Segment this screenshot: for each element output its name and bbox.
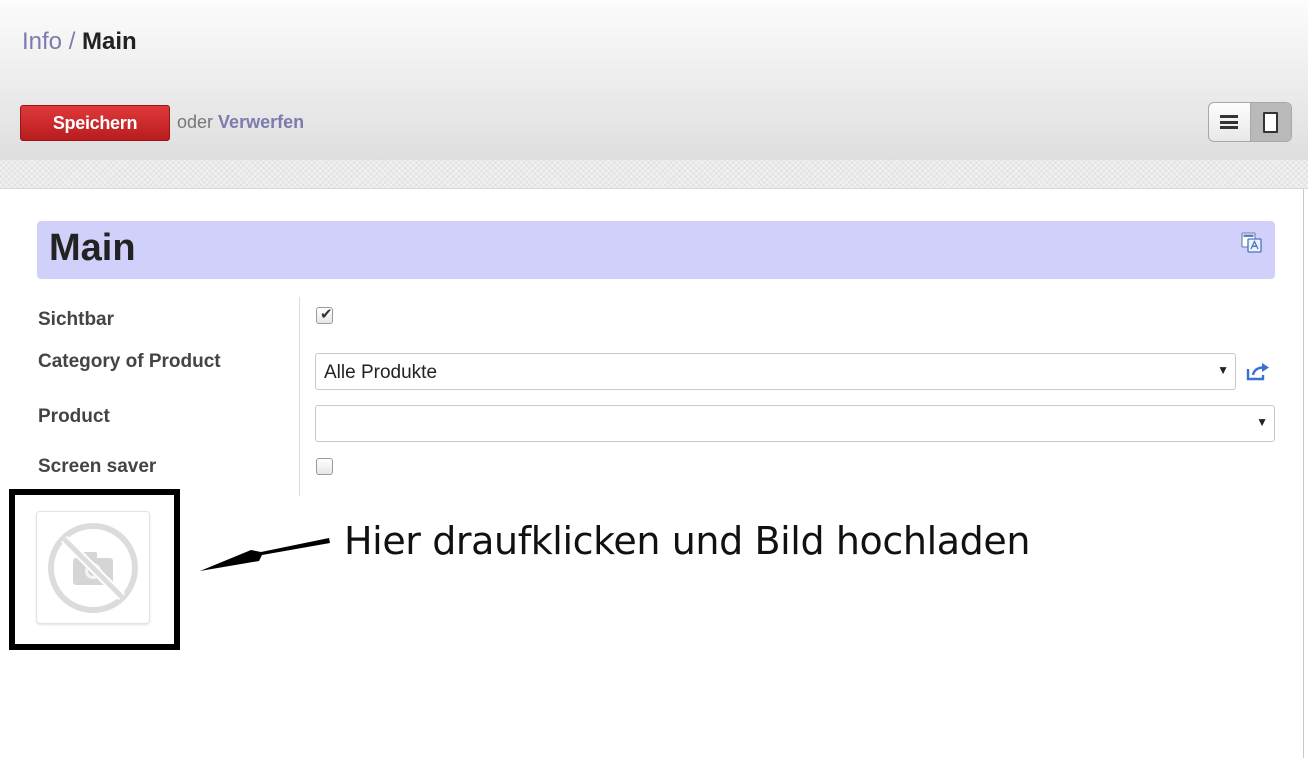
or-text: oder (177, 112, 214, 132)
view-switcher (1208, 102, 1292, 142)
form-title[interactable]: Main (49, 227, 136, 270)
breadcrumb-separator: / (62, 28, 83, 55)
translate-icon[interactable] (1240, 231, 1264, 255)
form-title-bar: Main (37, 221, 1275, 279)
list-view-button[interactable] (1209, 103, 1250, 141)
chevron-down-icon: ▼ (1256, 415, 1268, 429)
breadcrumb: Info / Main (22, 28, 137, 56)
no-image-icon (48, 523, 138, 613)
breadcrumb-parent-link[interactable]: Info (22, 28, 62, 55)
control-panel: Info / Main Speichern oder Verwerfen (0, 0, 1308, 160)
product-select[interactable]: ▼ (315, 405, 1275, 442)
screen-saver-checkbox[interactable] (316, 458, 333, 475)
screen-saver-label: Screen saver (38, 456, 157, 477)
category-of-product-value: Alle Produkte (324, 362, 438, 383)
discard-group: oder Verwerfen (177, 112, 304, 133)
list-view-icon (1220, 115, 1239, 129)
sheet-border (1303, 189, 1304, 758)
annotation-arrow-icon (200, 538, 330, 571)
product-label: Product (38, 406, 110, 427)
image-upload-field[interactable] (36, 511, 150, 624)
discard-link[interactable]: Verwerfen (218, 112, 304, 132)
form-view-icon (1263, 111, 1279, 133)
sichtbar-checkbox[interactable]: ✔ (316, 306, 333, 324)
save-button[interactable]: Speichern (20, 105, 170, 141)
form-view-button[interactable] (1249, 103, 1291, 141)
category-of-product-label: Category of Product (38, 351, 221, 372)
chevron-down-icon: ▼ (1217, 363, 1229, 377)
field-divider (299, 297, 300, 496)
external-link-icon[interactable] (1244, 360, 1274, 382)
breadcrumb-current: Main (82, 28, 137, 55)
separator-stripe (0, 160, 1308, 189)
annotation-text: Hier draufklicken und Bild hochladen (344, 519, 1031, 563)
sichtbar-label: Sichtbar (38, 309, 115, 330)
checkmark-icon: ✔ (320, 306, 333, 323)
category-of-product-select[interactable]: Alle Produkte ▼ (315, 353, 1236, 390)
